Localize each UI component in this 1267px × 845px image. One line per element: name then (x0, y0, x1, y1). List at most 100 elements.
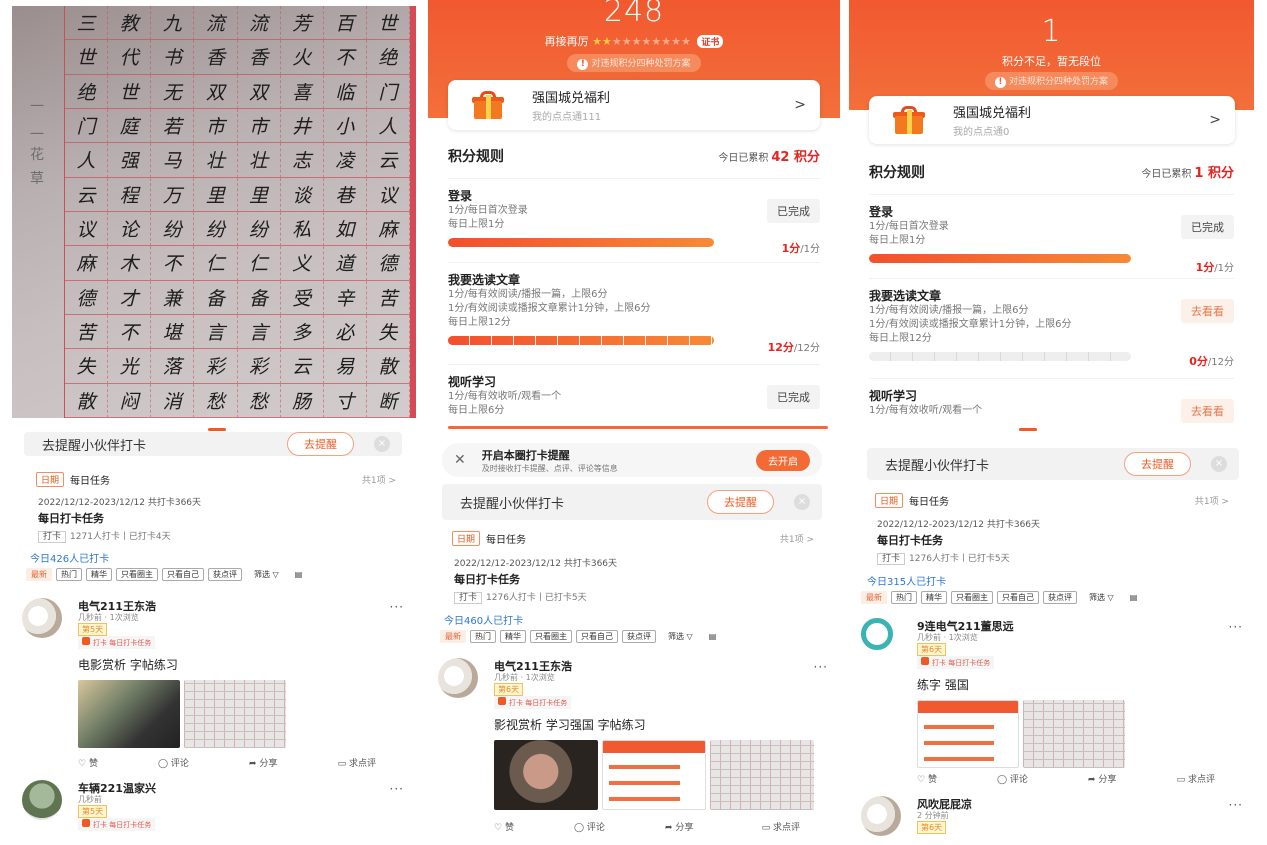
avatar[interactable] (861, 796, 901, 836)
rule-action-button[interactable]: 去看看 (1181, 299, 1234, 323)
checkin-chip[interactable]: 打卡 每日打卡任务 (494, 696, 572, 709)
post-image[interactable] (602, 740, 706, 810)
penalty-notice[interactable]: ! 对违规积分四种处罚方案 (984, 72, 1118, 90)
filter-dropdown[interactable]: 筛选 ▽ (250, 569, 283, 580)
welfare-card[interactable]: 强国城兑福利 我的点点通0 > (869, 96, 1235, 144)
checkin-icon (921, 657, 929, 665)
all-tasks-link[interactable]: 共1项 > (1195, 494, 1229, 507)
remind-button[interactable]: 去提醒 (707, 490, 774, 514)
filter-featured[interactable]: 精华 (500, 630, 526, 643)
remind-label: 去提醒小伙伴打卡 (460, 496, 565, 512)
calendar-icon[interactable]: ▤ (1126, 593, 1142, 602)
points-header: 1 积分不足，暂无段位 ! 对违规积分四种处罚方案 (849, 0, 1254, 110)
post-image[interactable] (184, 680, 286, 748)
request-review-button[interactable]: ▭ 求点评 (338, 756, 406, 769)
more-icon[interactable]: ··· (1229, 798, 1243, 812)
post-image[interactable] (1023, 700, 1125, 768)
post-image[interactable] (710, 740, 814, 810)
checkin-chip[interactable]: 打卡 每日打卡任务 (78, 818, 156, 831)
filter-owner-only[interactable]: 只看圈主 (951, 591, 993, 604)
filter-featured[interactable]: 精华 (921, 591, 947, 604)
more-icon[interactable]: ··· (814, 660, 828, 674)
avatar[interactable] (438, 658, 478, 698)
more-icon[interactable]: ··· (390, 600, 404, 614)
close-icon[interactable]: × (374, 436, 390, 452)
share-label: 分享 (259, 759, 278, 769)
rule-action-button[interactable]: 已完成 (767, 199, 820, 223)
calendar-icon[interactable]: ▤ (705, 632, 721, 641)
share-button[interactable]: ➦ 分享 (665, 820, 723, 833)
close-icon[interactable]: ✕ (454, 452, 466, 468)
more-icon[interactable]: ··· (1229, 620, 1243, 634)
calligraphy-char: 纷 (194, 211, 238, 247)
task-card[interactable]: 2022/12/12-2023/12/12 共打卡366天 每日打卡任务 打卡 1… (877, 517, 1040, 565)
all-tasks-link[interactable]: 共1项 > (362, 473, 396, 486)
rule-action-button[interactable]: 已完成 (767, 385, 820, 409)
welfare-sub: 我的点点通111 (532, 112, 602, 123)
filter-reviewed[interactable]: 获点评 (208, 568, 242, 581)
task-card[interactable]: 2022/12/12-2023/12/12 共打卡366天 每日打卡任务 打卡 1… (454, 556, 617, 604)
calligraphy-char: 百 (323, 6, 367, 41)
calligraphy-char: 断 (366, 383, 410, 418)
filter-reviewed[interactable]: 获点评 (622, 630, 656, 643)
share-button[interactable]: ➦ 分享 (1088, 772, 1146, 785)
filter-self-only[interactable]: 只看自己 (162, 568, 204, 581)
like-button[interactable]: ♡ 赞 (494, 820, 544, 833)
comment-button[interactable]: ◯ 评论 (574, 820, 635, 833)
like-button[interactable]: ♡ 赞 (78, 756, 128, 769)
checkin-chip[interactable]: 打卡 每日打卡任务 (917, 656, 995, 669)
calligraphy-photo[interactable]: 三教九流流芳百世世代书香香火不绝绝世无双双喜临门门庭若市市井小人人强马壮壮志凌云… (12, 6, 416, 418)
calendar-icon[interactable]: ▤ (291, 570, 307, 579)
post-image[interactable] (78, 680, 180, 748)
filter-dropdown[interactable]: 筛选 ▽ (664, 631, 697, 642)
filter-owner-only[interactable]: 只看圈主 (116, 568, 158, 581)
calligraphy-char: 苦 (65, 314, 109, 350)
filter-newest[interactable]: 最新 (26, 568, 52, 581)
filter-self-only[interactable]: 只看自己 (997, 591, 1039, 604)
filter-newest[interactable]: 最新 (440, 630, 466, 643)
share-button[interactable]: ➦ 分享 (249, 756, 307, 769)
filter-reviewed[interactable]: 获点评 (1043, 591, 1077, 604)
avatar[interactable] (22, 780, 62, 820)
penalty-notice[interactable]: ! 对违规积分四种处罚方案 (567, 54, 701, 72)
avatar[interactable] (861, 618, 893, 650)
post-image[interactable] (494, 740, 598, 810)
remind-button[interactable]: 去提醒 (1124, 452, 1191, 476)
remind-button[interactable]: 去提醒 (287, 432, 354, 456)
calligraphy-char: 里 (194, 177, 238, 212)
checkin-chip[interactable]: 打卡 每日打卡任务 (78, 636, 156, 649)
all-tasks-link[interactable]: 共1项 > (780, 532, 814, 545)
comment-button[interactable]: ◯ 评论 (997, 772, 1058, 785)
rule-action-button[interactable]: 已完成 (1181, 215, 1234, 239)
like-button[interactable]: ♡ 赞 (917, 772, 967, 785)
task-stats-row: 打卡 1271人打卡丨已打卡4天 (38, 529, 201, 543)
close-icon[interactable]: × (1211, 456, 1227, 472)
calligraphy-char: 不 (151, 246, 195, 281)
enable-reminder-button[interactable]: 去开启 (756, 449, 810, 471)
filter-hot[interactable]: 热门 (891, 591, 917, 604)
filter-self-only[interactable]: 只看自己 (576, 630, 618, 643)
avatar[interactable] (22, 598, 62, 638)
comment-button[interactable]: ◯ 评论 (158, 756, 219, 769)
calligraphy-char: 壮 (237, 143, 281, 178)
post-text: 练字 强国 (917, 678, 969, 692)
more-icon[interactable]: ··· (390, 782, 404, 796)
filter-featured[interactable]: 精华 (86, 568, 112, 581)
welfare-card[interactable]: 强国城兑福利 我的点点通111 > (448, 80, 820, 130)
close-icon[interactable]: × (794, 494, 810, 510)
calligraphy-char: 小 (323, 108, 367, 144)
request-review-button[interactable]: ▭ 求点评 (1177, 772, 1245, 785)
points-rules: 积分规则 今日已累积 1 积分 登录 1分/每日首次登录 每日上限1分 已完成 1… (849, 162, 1254, 423)
daily-task-header: 日期 每日任务 共1项 > (452, 531, 814, 546)
filter-owner-only[interactable]: 只看圈主 (530, 630, 572, 643)
certificate-badge[interactable]: 证书 (697, 35, 724, 48)
filter-hot[interactable]: 热门 (470, 630, 496, 643)
filter-hot[interactable]: 热门 (56, 568, 82, 581)
task-card[interactable]: 2022/12/12-2023/12/12 共打卡366天 每日打卡任务 打卡 1… (38, 495, 201, 543)
request-review-button[interactable]: ▭ 求点评 (762, 820, 830, 833)
filter-dropdown[interactable]: 筛选 ▽ (1085, 592, 1118, 603)
filter-newest[interactable]: 最新 (861, 591, 887, 604)
post-image[interactable] (917, 700, 1019, 768)
progress-bar (869, 254, 1131, 263)
checkin-task: 每日打卡任务 (525, 699, 568, 707)
